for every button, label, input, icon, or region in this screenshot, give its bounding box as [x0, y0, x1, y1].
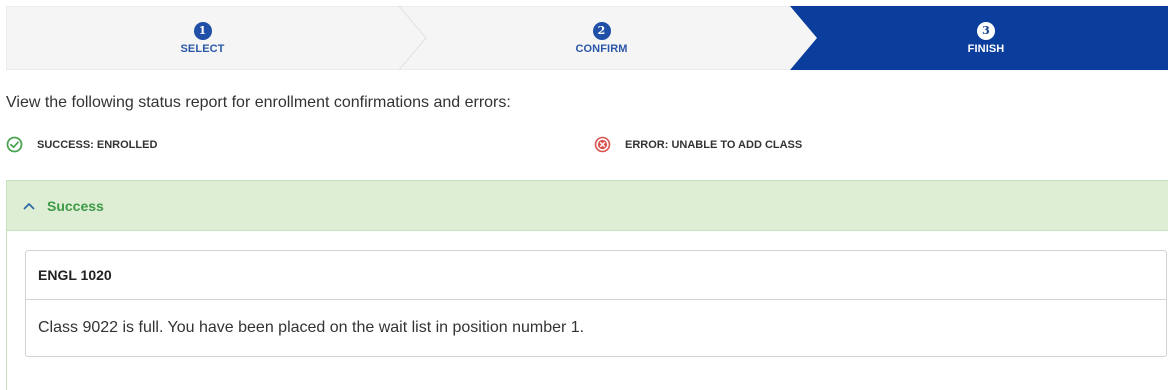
step-number: 3	[977, 21, 995, 40]
enrollment-result-card: ENGL 1020 Class 9022 is full. You have b…	[25, 250, 1167, 357]
step-label: SELECT	[180, 42, 225, 55]
result-message: Class 9022 is full. You have been placed…	[38, 319, 585, 336]
legend-success-label: SUCCESS: ENROLLED	[37, 138, 158, 151]
step-number: 1	[193, 21, 212, 40]
step-label: CONFIRM	[575, 42, 628, 55]
step-finish: 3 FINISH	[804, 6, 1168, 70]
enrollment-stepper: 1 SELECT 2 CONFIRM 3 FINISH	[6, 6, 1168, 70]
step-number: 2	[592, 21, 611, 40]
legend-success: SUCCESS: ENROLLED	[6, 136, 157, 153]
panel-title: Success	[47, 197, 104, 214]
x-circle-icon	[594, 136, 611, 153]
step-confirm: 2 CONFIRM	[399, 6, 804, 70]
check-circle-icon	[6, 136, 23, 153]
step-label: FINISH	[967, 42, 1005, 55]
legend-error-label: ERROR: UNABLE TO ADD CLASS	[625, 138, 803, 151]
success-panel-toggle[interactable]: Success	[7, 181, 1168, 231]
status-report-intro: View the following status report for enr…	[6, 94, 511, 111]
success-panel: Success ENGL 1020 Class 9022 is full. Yo…	[6, 180, 1168, 390]
step-select: 1 SELECT	[6, 6, 399, 70]
chevron-up-icon	[23, 202, 35, 209]
legend-error: ERROR: UNABLE TO ADD CLASS	[594, 136, 802, 153]
course-name: ENGL 1020	[26, 251, 1166, 300]
